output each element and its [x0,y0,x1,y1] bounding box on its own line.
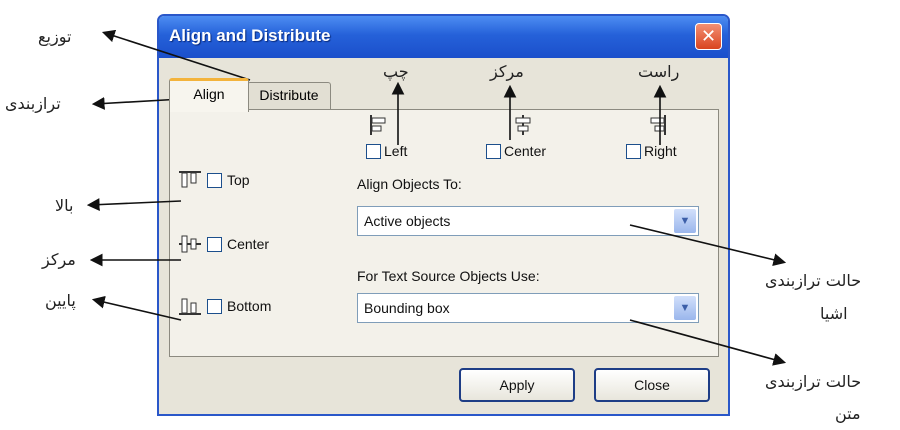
annotation-bottom: پایین [45,291,76,310]
annotation-align-tab: ترازبندی [5,94,61,113]
annotation-text-mode-line2: متن [835,404,861,423]
annotation-objects-mode-line1: حالت ترازبندی [765,271,862,290]
arrow-objects-mode [629,224,787,266]
annotation-top: بالا [55,196,74,215]
annotation-center-v: مرکز [42,250,76,269]
arrow-top [86,198,182,211]
tab-align-label: Align [193,86,225,102]
annotation-distribute: توزیع [38,27,72,46]
annotation-arrows [86,29,787,366]
annotation-center-h: مرکز [490,62,524,81]
annotation-objects-mode-line2: اشیا [820,304,848,323]
arrow-distribute [101,29,251,81]
annotation-right: راست [638,62,680,81]
arrow-text-mode [629,319,787,366]
arrow-bottom [91,295,182,321]
annotation-left: چپ [383,62,409,81]
annotation-text-mode-line1: حالت ترازبندی [765,372,862,391]
tab-align[interactable]: Align [169,78,249,112]
